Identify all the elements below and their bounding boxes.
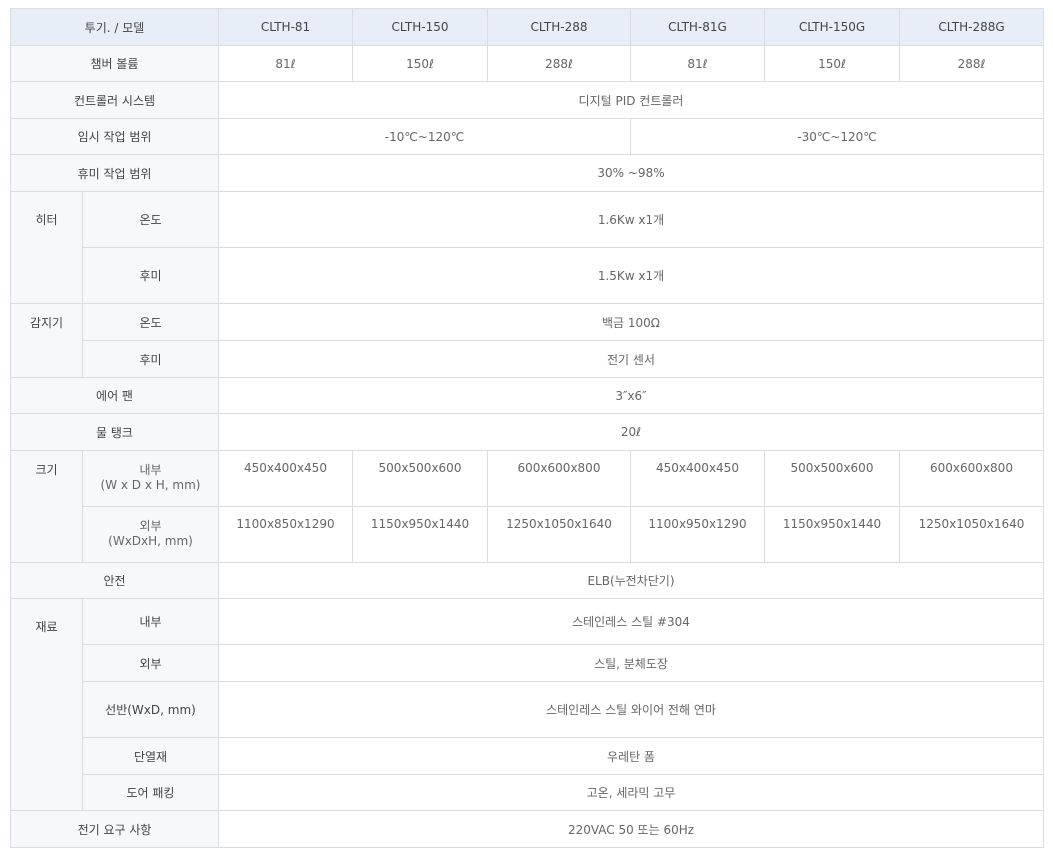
sensor-temp-row: 감지기 온도 백금 100Ω: [10, 303, 1044, 378]
spec-table: 투기. / 모델 CLTH-81 CLTH-150 CLTH-288 CLTH-…: [10, 8, 1044, 848]
size-outer-row: 외부 (WxDxH, mm) 1100x850x1290 1150x950x14…: [11, 506, 1044, 563]
size-outer-value: 1150x950x1440: [352, 506, 488, 563]
size-inner-value: 600x600x800: [899, 450, 1044, 507]
safety-row: 안전 ELB(누전차단기): [10, 562, 1044, 599]
size-inner-value: 450x400x450: [218, 450, 353, 507]
heater-temp-label: 온도: [82, 191, 219, 248]
size-outer-value: 1100x850x1290: [218, 506, 353, 563]
power-row: 전기 요구 사항 220VAC 50 또는 60Hz: [10, 810, 1044, 848]
material-inner-row: 재료 내부 스테인레스 스틸 #304: [10, 598, 1044, 811]
temp-range-row: 임시 작업 범위 -10℃~120℃ -30℃~120℃: [10, 118, 1044, 155]
size-inner-row: 크기 내부 (W x D x H, mm) 450x400x450 500x50…: [10, 450, 1044, 563]
heater-humid-label: 후미: [82, 247, 219, 304]
chamber-value: 150ℓ: [764, 45, 900, 82]
chamber-label: 챔버 볼륨: [10, 45, 219, 82]
material-group-label: 재료: [10, 598, 83, 811]
material-outer-value: 스틸, 분체도장: [218, 644, 1044, 682]
sensor-humid-value: 전기 센서: [218, 340, 1044, 378]
fan-row: 에어 팬 3″x6″: [10, 377, 1044, 414]
model-header: CLTH-81G: [630, 8, 765, 46]
material-door-row: 도어 패킹 고온, 세라믹 고무: [11, 774, 1044, 811]
size-inner-value: 450x400x450: [630, 450, 765, 507]
sensor-humid-row: 후미 전기 센서: [11, 340, 1044, 378]
safety-value: ELB(누전차단기): [218, 562, 1044, 599]
size-inner-value: 500x500x600: [764, 450, 900, 507]
water-label: 물 탱크: [10, 413, 219, 451]
material-door-value: 고온, 세라믹 고무: [218, 774, 1044, 811]
material-inner-value: 스테인레스 스틸 #304: [218, 598, 1044, 645]
power-label: 전기 요구 사항: [10, 810, 219, 848]
heater-group-label: 히터: [10, 191, 83, 304]
temp-range-value: -30℃~120℃: [630, 118, 1044, 155]
size-outer-value: 1250x1050x1640: [487, 506, 631, 563]
heater-humid-value: 1.5Kw x1개: [218, 247, 1044, 304]
size-outer-value: 1150x950x1440: [764, 506, 900, 563]
material-inner-label: 내부: [82, 598, 219, 645]
humid-range-label: 휴미 작업 범위: [10, 154, 219, 192]
chamber-value: 288ℓ: [487, 45, 631, 82]
material-shelf-row: 선반(WxD, mm) 스테인레스 스틸 와이어 전해 연마: [11, 681, 1044, 738]
chamber-row: 챔버 볼륨 81ℓ 150ℓ 288ℓ 81ℓ 150ℓ 288ℓ: [10, 45, 1044, 82]
controller-value: 디지털 PID 컨트롤러: [218, 81, 1044, 119]
power-value: 220VAC 50 또는 60Hz: [218, 810, 1044, 848]
sensor-temp-label: 온도: [82, 303, 219, 341]
size-outer-value: 1250x1050x1640: [899, 506, 1044, 563]
chamber-value: 288ℓ: [899, 45, 1044, 82]
chamber-value: 150ℓ: [352, 45, 488, 82]
material-insul-value: 우레탄 폼: [218, 737, 1044, 775]
material-shelf-value: 스테인레스 스틸 와이어 전해 연마: [218, 681, 1044, 738]
temp-range-value: -10℃~120℃: [218, 118, 631, 155]
safety-label: 안전: [10, 562, 219, 599]
chamber-value: 81ℓ: [218, 45, 353, 82]
size-outer-unit: (WxDxH, mm): [108, 534, 193, 548]
size-inner-value: 500x500x600: [352, 450, 488, 507]
water-row: 물 탱크 20ℓ: [10, 413, 1044, 451]
humid-range-row: 휴미 작업 범위 30% ~98%: [10, 154, 1044, 192]
material-shelf-label: 선반(WxD, mm): [82, 681, 219, 738]
material-door-label: 도어 패킹: [82, 774, 219, 811]
water-value: 20ℓ: [218, 413, 1044, 451]
model-header: CLTH-150G: [764, 8, 900, 46]
material-outer-label: 외부: [82, 644, 219, 682]
model-header: CLTH-150: [352, 8, 488, 46]
model-header: CLTH-81: [218, 8, 353, 46]
size-outer-value: 1100x950x1290: [630, 506, 765, 563]
fan-value: 3″x6″: [218, 377, 1044, 414]
sensor-temp-value: 백금 100Ω: [218, 303, 1044, 341]
header-row: 투기. / 모델 CLTH-81 CLTH-150 CLTH-288 CLTH-…: [10, 8, 1044, 46]
material-outer-row: 외부 스틸, 분체도장: [11, 644, 1044, 682]
size-group-label: 크기: [10, 450, 83, 563]
material-insul-label: 단열재: [82, 737, 219, 775]
heater-temp-row: 히터 온도 1.6Kw x1개: [10, 191, 1044, 304]
sensor-group-label: 감지기: [10, 303, 83, 378]
controller-label: 컨트롤러 시스템: [10, 81, 219, 119]
temp-range-label: 임시 작업 범위: [10, 118, 219, 155]
size-inner-unit: (W x D x H, mm): [100, 478, 201, 492]
humid-range-value: 30% ~98%: [218, 154, 1044, 192]
chamber-value: 81ℓ: [630, 45, 765, 82]
heater-temp-value: 1.6Kw x1개: [218, 191, 1044, 248]
size-outer-label: 외부 (WxDxH, mm): [82, 506, 219, 563]
size-inner-name: 내부: [139, 463, 162, 477]
size-inner-label: 내부 (W x D x H, mm): [82, 450, 219, 507]
size-inner-value: 600x600x800: [487, 450, 631, 507]
sensor-humid-label: 후미: [82, 340, 219, 378]
model-header: CLTH-288: [487, 8, 631, 46]
heater-humid-row: 후미 1.5Kw x1개: [11, 247, 1044, 304]
model-header: CLTH-288G: [899, 8, 1044, 46]
material-insul-row: 단열재 우레탄 폼: [11, 737, 1044, 775]
fan-label: 에어 팬: [10, 377, 219, 414]
controller-row: 컨트롤러 시스템 디지털 PID 컨트롤러: [10, 81, 1044, 119]
size-outer-name: 외부: [139, 519, 162, 533]
header-label: 투기. / 모델: [10, 8, 219, 46]
